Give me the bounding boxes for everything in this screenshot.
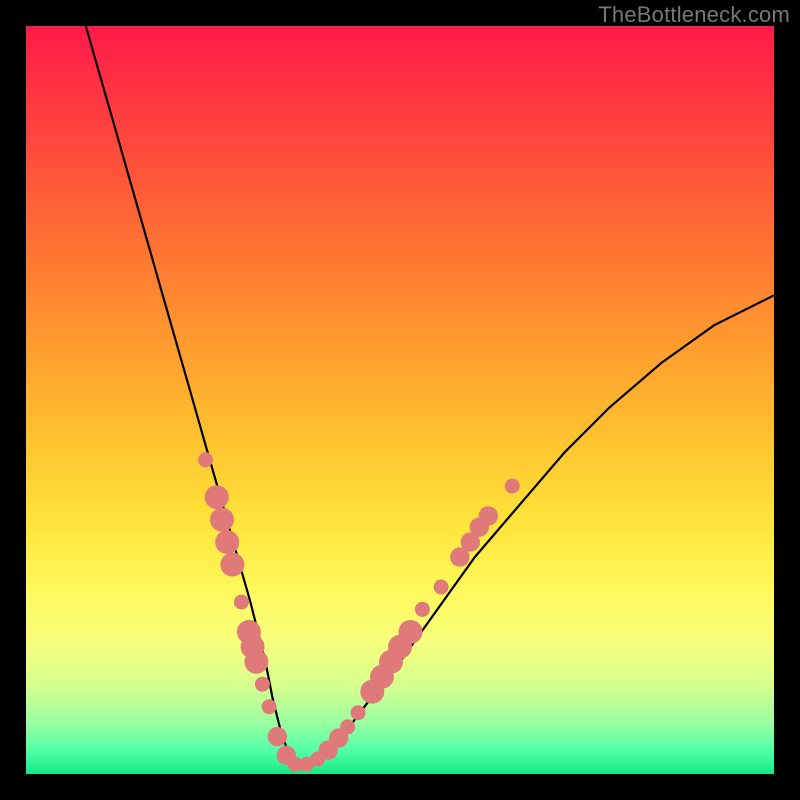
curve-marker: [434, 580, 449, 595]
curve-marker: [244, 650, 268, 674]
curve-marker: [215, 530, 239, 554]
watermark-text: TheBottleneck.com: [598, 2, 790, 28]
curve-marker: [234, 595, 249, 610]
plot-area: [26, 26, 774, 774]
curve-marker: [340, 719, 355, 734]
curve-marker: [220, 553, 244, 577]
curve-marker: [505, 479, 520, 494]
curve-marker: [268, 727, 287, 746]
curve-marker: [262, 699, 277, 714]
curve-marker: [210, 508, 234, 532]
curve-svg: [26, 26, 774, 774]
bottleneck-curve: [86, 26, 774, 763]
curve-marker: [399, 620, 423, 644]
curve-marker: [351, 705, 366, 720]
curve-marker: [255, 677, 270, 692]
curve-marker: [205, 485, 229, 509]
chart-frame: TheBottleneck.com: [0, 0, 800, 800]
curve-marker: [198, 452, 213, 467]
curve-marker: [479, 506, 498, 525]
curve-markers: [198, 452, 520, 772]
curve-marker: [415, 602, 430, 617]
